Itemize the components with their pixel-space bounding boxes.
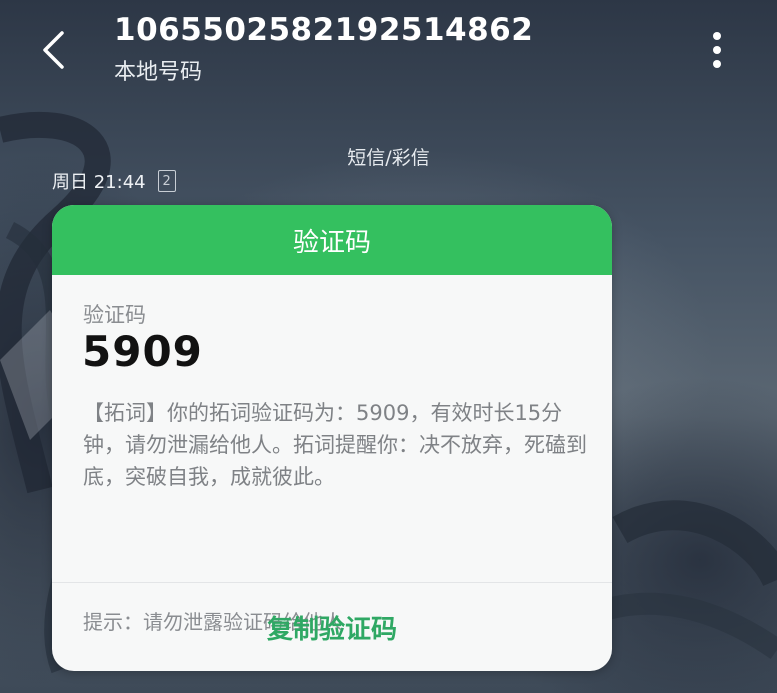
more-vertical-icon-dot bbox=[713, 46, 721, 54]
card-header-title: 验证码 bbox=[52, 205, 612, 275]
more-options-button[interactable] bbox=[700, 28, 734, 72]
message-body-text[interactable]: 【拓词】你的拓词验证码为：5909，有效时长15分钟，请勿泄漏给他人。拓词提醒你… bbox=[83, 397, 588, 493]
contact-subtitle: 本地号码 bbox=[114, 60, 203, 85]
back-arrow-icon bbox=[43, 31, 64, 69]
top-app-bar: 1065502582192514862 本地号码 bbox=[0, 0, 777, 100]
verification-code-card: 验证码 验证码 5909 【拓词】你的拓词验证码为：5909，有效时长15分钟，… bbox=[52, 205, 612, 671]
message-timestamp: 周日 21:44 bbox=[52, 172, 146, 193]
contact-number-title: 1065502582192514862 bbox=[114, 12, 534, 48]
copy-code-button[interactable]: 复制验证码 bbox=[52, 583, 612, 671]
code-label: 验证码 bbox=[83, 303, 146, 327]
message-meta: 周日 21:44 2 bbox=[52, 168, 176, 194]
verification-code-value[interactable]: 5909 bbox=[82, 327, 203, 376]
more-vertical-icon bbox=[713, 32, 721, 40]
sim-card-icon: 2 bbox=[157, 170, 176, 192]
more-vertical-icon-dot bbox=[713, 60, 721, 68]
back-button[interactable] bbox=[28, 22, 78, 78]
channel-label: 短信/彩信 bbox=[347, 147, 430, 169]
